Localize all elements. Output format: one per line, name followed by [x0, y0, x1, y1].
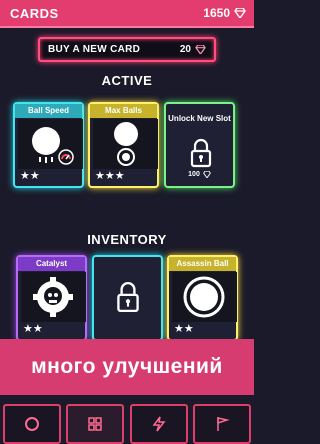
promo-banner-text: много улучшений: [31, 355, 223, 378]
gem-balance: 1650: [203, 6, 246, 20]
unlock-price-value: 100: [188, 171, 200, 178]
card-art: [93, 119, 158, 169]
lock-icon: [190, 138, 212, 168]
card-name: Max Balls: [90, 104, 157, 118]
card-stars: ★★: [20, 169, 40, 182]
card-stars: ★★★: [95, 169, 125, 182]
card-max-balls[interactable]: Max Balls ★★★: [88, 102, 159, 188]
card-name: Catalyst: [18, 257, 85, 271]
buy-card-button[interactable]: BUY A NEW CARD 20: [38, 37, 216, 62]
card-ball-speed[interactable]: Ball Speed ★★: [13, 102, 84, 188]
locked-card[interactable]: [92, 255, 163, 341]
gem-icon: [234, 8, 246, 18]
circle-icon: [25, 417, 39, 431]
nav-upgrades[interactable]: [129, 404, 188, 444]
screen-title: CARDS: [10, 5, 59, 21]
bottom-nav: [0, 404, 254, 444]
unlock-slot-label: Unlock New Slot: [168, 114, 231, 123]
nav-cards[interactable]: [66, 404, 125, 444]
assassin-ball-icon: [183, 276, 225, 318]
flag-icon: [217, 417, 230, 431]
lock-icon: [117, 281, 139, 313]
active-section-title: ACTIVE: [101, 73, 153, 88]
card-catalyst[interactable]: Catalyst ★★: [16, 255, 87, 341]
card-stars: ★★: [23, 322, 43, 335]
buy-card-label: BUY A NEW CARD: [48, 44, 141, 55]
card-art: [18, 119, 83, 169]
card-name: Assassin Ball: [169, 257, 236, 271]
unlock-slot-card[interactable]: Unlock New Slot 100: [164, 102, 235, 188]
buy-card-price: 20: [180, 44, 206, 55]
card-art: [172, 272, 237, 322]
card-assassin-ball[interactable]: Assassin Ball ★★: [167, 255, 238, 341]
gem-count: 1650: [203, 6, 230, 20]
nav-play[interactable]: [3, 404, 61, 444]
ball-speed-icon: [32, 127, 74, 165]
unlock-slot-price: 100: [166, 171, 233, 178]
max-balls-icon: [114, 122, 138, 166]
gem-icon: [202, 171, 211, 178]
grid-icon: [88, 417, 103, 431]
nav-levels[interactable]: [192, 404, 251, 444]
card-art: [21, 272, 86, 322]
card-name: Ball Speed: [15, 104, 82, 118]
top-bar: CARDS 1650: [0, 0, 254, 28]
buy-price-value: 20: [179, 44, 191, 55]
lightning-icon: [152, 416, 166, 432]
card-stars: ★★: [174, 322, 194, 335]
skull-gear-icon: [33, 277, 73, 317]
promo-banner: много улучшений: [0, 339, 254, 395]
inventory-section-title: INVENTORY: [87, 232, 167, 247]
gem-icon: [195, 45, 206, 54]
